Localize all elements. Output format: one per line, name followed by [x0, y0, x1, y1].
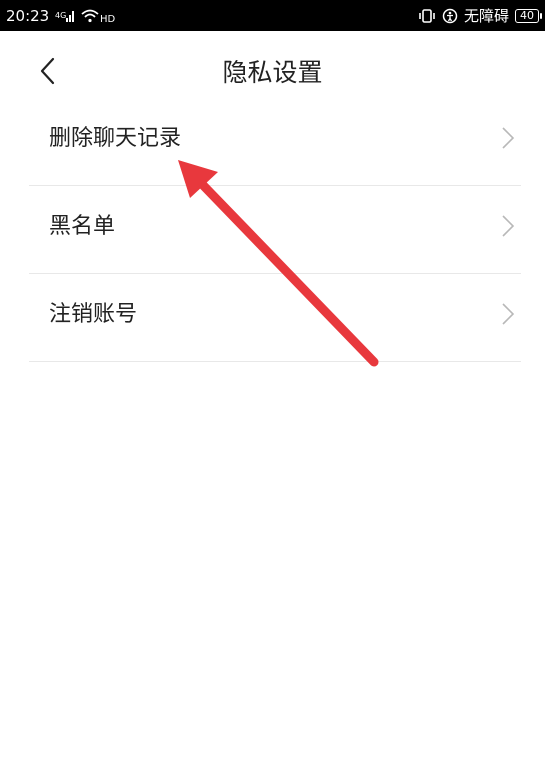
signal-bars-icon: 4G	[55, 9, 75, 23]
list-item-blacklist[interactable]: 黑名单	[29, 186, 521, 274]
list-item-delete-chat-history[interactable]: 删除聊天记录	[29, 98, 521, 186]
list-item-label: 注销账号	[49, 302, 138, 327]
list-item-deactivate-account[interactable]: 注销账号	[29, 274, 521, 362]
list-item-label: 删除聊天记录	[49, 126, 182, 151]
svg-text:HD: HD	[100, 14, 115, 24]
chevron-right-icon	[502, 303, 515, 325]
svg-text:4G: 4G	[55, 11, 66, 20]
page-title: 隐私设置	[222, 58, 323, 87]
accessibility-icon	[442, 8, 458, 24]
wifi-hd-icon: HD	[81, 8, 115, 24]
battery-level: 40	[520, 9, 534, 22]
status-bar: 20:23 4G HD 无障碍 40	[0, 0, 545, 31]
privacy-settings-list: 删除聊天记录 黑名单 注销账号	[29, 98, 521, 362]
status-bar-left: 20:23 4G HD	[6, 7, 115, 25]
status-bar-right: 无障碍 40	[418, 5, 542, 26]
vibrate-icon	[418, 8, 436, 24]
list-item-label: 黑名单	[49, 214, 116, 239]
chevron-right-icon	[502, 127, 515, 149]
chevron-right-icon	[502, 215, 515, 237]
battery-indicator: 40	[515, 8, 542, 23]
status-time: 20:23	[6, 6, 50, 25]
accessibility-label: 无障碍	[463, 7, 509, 25]
